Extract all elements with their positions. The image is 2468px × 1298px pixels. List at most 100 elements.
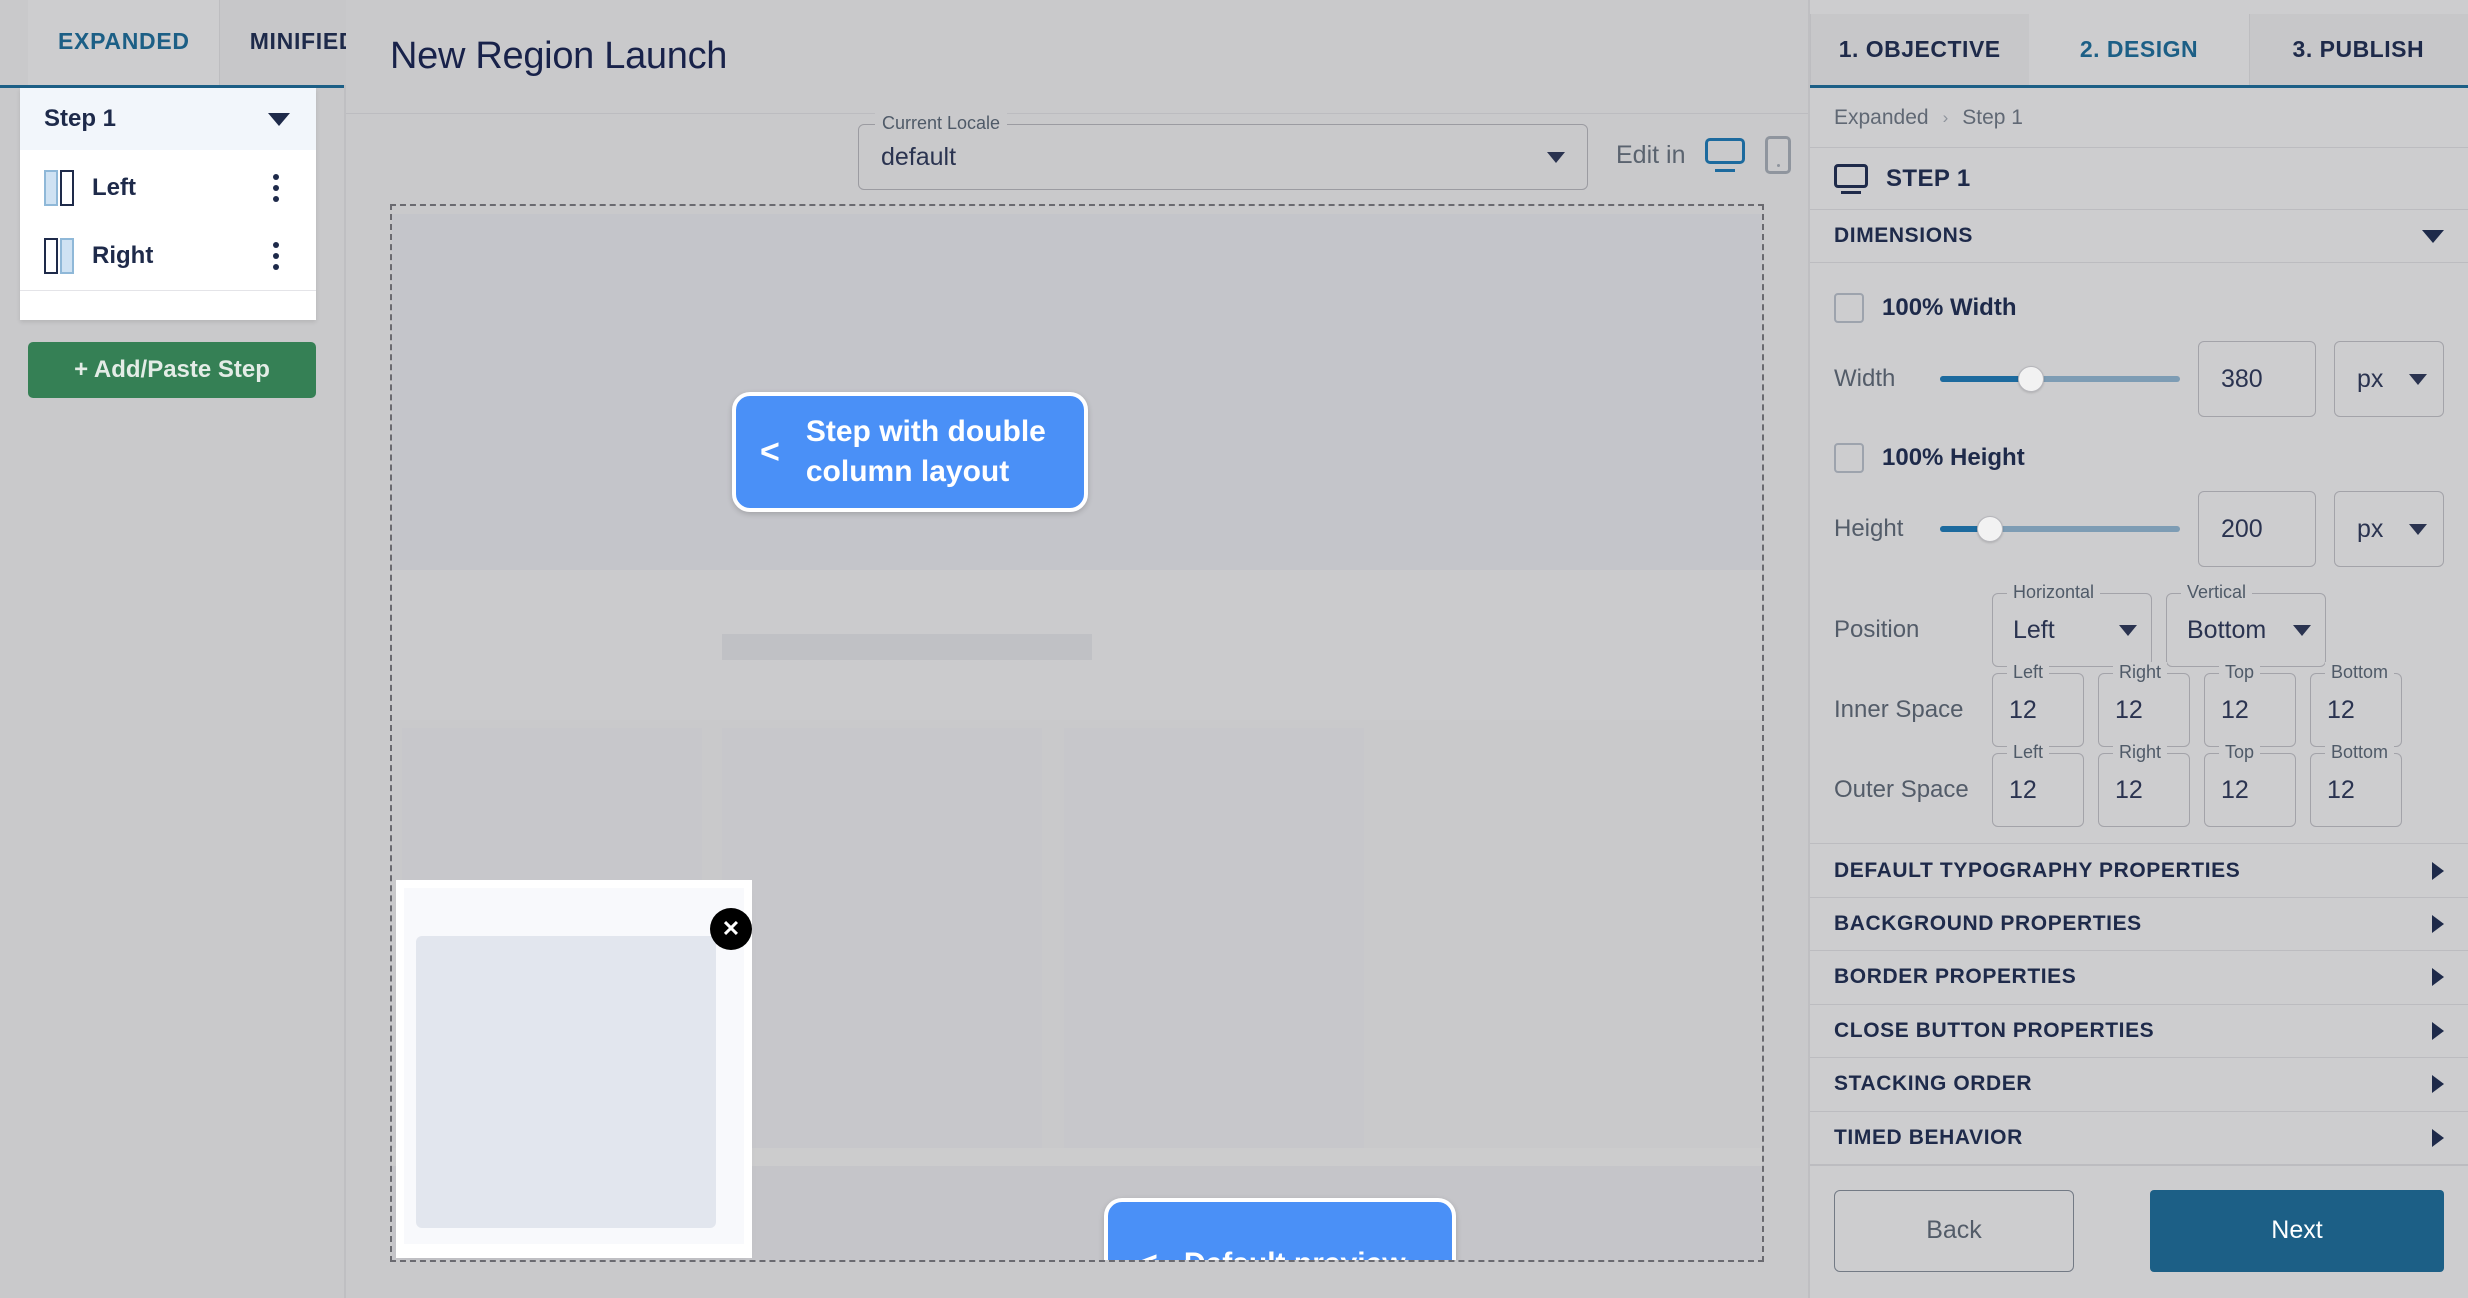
width-input[interactable]: 380 (2198, 341, 2316, 418)
height-unit-select[interactable]: px (2334, 491, 2444, 568)
inner-space-bottom-legend: Bottom (2325, 662, 2395, 684)
chevron-down-icon (1547, 151, 1565, 163)
section-stacking-order[interactable]: STACKING ORDER (1810, 1058, 2468, 1112)
panel-step-title: STEP 1 (1886, 164, 1971, 192)
step-row-left-kebab-menu-icon[interactable] (262, 168, 290, 208)
height-input[interactable]: 200 (2198, 491, 2316, 568)
outer-space-label: Outer Space (1834, 776, 1969, 804)
width-slider[interactable] (1940, 364, 2180, 394)
chevron-right-icon (2432, 968, 2444, 987)
title-bar: New Region Launch (346, 0, 1808, 114)
current-locale-select[interactable]: Current Locale default (858, 113, 1588, 190)
skeleton-hero-block (392, 214, 1762, 570)
tab-publish-label: 3. PUBLISH (2292, 36, 2425, 62)
width-unit-select[interactable]: px (2334, 341, 2444, 418)
close-icon[interactable]: ✕ (710, 908, 752, 950)
current-locale-value: default (881, 142, 957, 171)
breadcrumb-root[interactable]: Expanded (1834, 106, 1929, 130)
step-row-left-label: Left (92, 174, 136, 201)
app-root: EXPANDED MINIFIED Step 1 Left Right + Ad… (0, 0, 2468, 1298)
step-row-right-kebab-menu-icon[interactable] (262, 236, 290, 276)
skeleton-column-2 (722, 728, 1042, 1148)
height-slider[interactable] (1940, 514, 2180, 544)
inner-space-left-input[interactable]: Left 12 (1992, 662, 2084, 748)
callout-step-double-column[interactable]: < Step with double column layout (732, 392, 1088, 512)
design-properties-panel: 1. OBJECTIVE 2. DESIGN 3. PUBLISH Expand… (1808, 0, 2468, 1298)
default-preview-popup[interactable]: ✕ (404, 888, 752, 1250)
step-preview-canvas[interactable]: ✕ < Step with double column layout < Def… (390, 204, 1764, 1262)
wizard-tabbar: 1. OBJECTIVE 2. DESIGN 3. PUBLISH (1810, 0, 2468, 88)
inner-space-left-legend: Left (2007, 662, 2050, 684)
tab-objective-label: 1. OBJECTIVE (1838, 36, 2001, 62)
position-horizontal-legend: Horizontal (2007, 582, 2101, 604)
section-close-button-properties-label: CLOSE BUTTON PROPERTIES (1834, 1018, 2155, 1042)
full-width-checkbox-row: 100% Width (1834, 293, 2444, 324)
locale-toolbar: Current Locale default Edit in (346, 113, 1808, 204)
full-height-label: 100% Height (1882, 444, 2025, 472)
outer-space-bottom-input[interactable]: Bottom 12 (2310, 742, 2402, 828)
full-width-checkbox[interactable] (1834, 293, 1864, 324)
dimensions-body: 100% Width Width 380 px 100% Height Heig… (1810, 263, 2468, 845)
chevron-left-icon: < (1138, 1247, 1158, 1260)
edit-in-label: Edit in (1616, 140, 1686, 169)
inner-space-bottom-value: 12 (2327, 695, 2355, 724)
position-vertical-select[interactable]: Vertical Bottom (2166, 582, 2326, 668)
inner-space-right-input[interactable]: Right 12 (2098, 662, 2190, 748)
tab-expanded[interactable]: EXPANDED (28, 0, 220, 85)
monitor-icon (1834, 163, 1868, 194)
tab-design[interactable]: 2. DESIGN (2029, 14, 2249, 85)
chevron-down-icon (2119, 624, 2137, 636)
step-group-header[interactable]: Step 1 (20, 88, 316, 150)
callout-default-preview[interactable]: < Default preview (1104, 1198, 1456, 1260)
next-button[interactable]: Next (2150, 1189, 2444, 1272)
section-background-properties-label: BACKGROUND PROPERTIES (1834, 912, 2142, 936)
panel-footer: Back Next (1810, 1164, 2468, 1298)
step-list-footer (20, 290, 316, 320)
chevron-right-icon (2432, 1075, 2444, 1094)
step-row-list: Left Right (20, 150, 316, 320)
section-timed-behavior-label: TIMED BEHAVIOR (1834, 1125, 2023, 1149)
breadcrumb-current: Step 1 (1962, 105, 2023, 129)
monitor-icon[interactable] (1705, 138, 1746, 172)
section-default-typography-properties[interactable]: DEFAULT TYPOGRAPHY PROPERTIES (1810, 844, 2468, 898)
chevron-down-icon (2409, 373, 2427, 385)
step-group-panel: Step 1 Left Right (20, 88, 316, 320)
add-paste-step-button[interactable]: + Add/Paste Step (28, 342, 316, 398)
section-dimensions-header[interactable]: DIMENSIONS (1810, 210, 2468, 264)
section-background-properties[interactable]: BACKGROUND PROPERTIES (1810, 898, 2468, 952)
page-title: New Region Launch (390, 35, 728, 77)
outer-space-left-input[interactable]: Left 12 (1992, 742, 2084, 828)
section-default-typography-properties-label: DEFAULT TYPOGRAPHY PROPERTIES (1834, 858, 2241, 882)
tab-minified-label: MINIFIED (249, 27, 357, 54)
position-horizontal-select[interactable]: Horizontal Left (1992, 582, 2152, 668)
section-dimensions-label: DIMENSIONS (1834, 224, 1974, 248)
step-row-right[interactable]: Right (20, 222, 316, 290)
section-timed-behavior[interactable]: TIMED BEHAVIOR (1810, 1112, 2468, 1165)
skeleton-column-3 (1064, 728, 1364, 1148)
tab-objective[interactable]: 1. OBJECTIVE (1810, 14, 2030, 85)
position-label: Position (1834, 616, 1920, 644)
section-close-button-properties[interactable]: CLOSE BUTTON PROPERTIES (1810, 1005, 2468, 1059)
outer-space-top-value: 12 (2221, 775, 2249, 804)
width-label: Width (1834, 365, 1896, 393)
callout-step-text: Step with double column layout (805, 415, 1046, 488)
outer-space-bottom-legend: Bottom (2325, 742, 2395, 764)
section-stacking-order-label: STACKING ORDER (1834, 1072, 2033, 1096)
step-row-left[interactable]: Left (20, 154, 316, 222)
tab-design-label: 2. DESIGN (2079, 36, 2199, 62)
mobile-phone-icon[interactable] (1765, 136, 1792, 174)
inner-space-left-value: 12 (2009, 695, 2037, 724)
inner-space-bottom-input[interactable]: Bottom 12 (2310, 662, 2402, 748)
section-border-properties[interactable]: BORDER PROPERTIES (1810, 951, 2468, 1005)
position-vertical-value: Bottom (2187, 615, 2267, 644)
back-button[interactable]: Back (1834, 1189, 2074, 1272)
position-horizontal-value: Left (2013, 615, 2055, 644)
outer-space-top-input[interactable]: Top 12 (2204, 742, 2296, 828)
full-height-checkbox[interactable] (1834, 443, 1864, 474)
current-locale-legend: Current Locale (875, 113, 1008, 134)
height-label: Height (1834, 515, 1904, 543)
inner-space-top-input[interactable]: Top 12 (2204, 662, 2296, 748)
tab-publish[interactable]: 3. PUBLISH (2248, 14, 2468, 85)
outer-space-right-input[interactable]: Right 12 (2098, 742, 2190, 828)
panel-step-title-row: STEP 1 (1810, 148, 2468, 210)
